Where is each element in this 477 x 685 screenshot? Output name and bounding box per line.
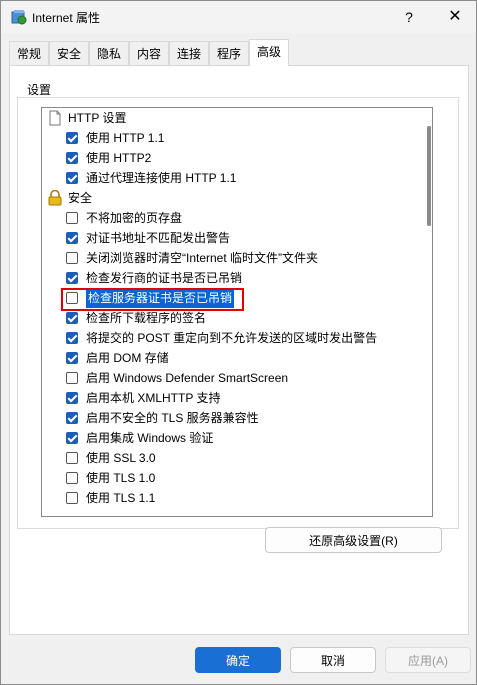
tab-privacy[interactable]: 隐私 bbox=[89, 41, 129, 65]
settings-item-label[interactable]: 使用 HTTP 1.1 bbox=[86, 128, 164, 148]
settings-category-label: HTTP 设置 bbox=[68, 111, 127, 125]
ok-button[interactable]: 确定 bbox=[195, 647, 281, 673]
settings-item-label[interactable]: 检查服务器证书是否已吊销 bbox=[86, 288, 235, 308]
apply-button[interactable]: 应用(A) bbox=[385, 647, 471, 673]
settings-item-label[interactable]: 检查所下载程序的签名 bbox=[86, 308, 206, 328]
settings-item-label[interactable]: 启用 DOM 存储 bbox=[86, 348, 169, 368]
settings-checkbox-item[interactable]: 启用 DOM 存储 bbox=[66, 348, 432, 368]
settings-category-label: 安全 bbox=[68, 191, 93, 205]
settings-checkbox-item[interactable]: 检查服务器证书是否已吊销 bbox=[66, 288, 432, 308]
checkbox-checked[interactable] bbox=[66, 332, 78, 344]
checkbox-unchecked[interactable] bbox=[66, 372, 78, 384]
settings-checkbox-item[interactable]: 启用不安全的 TLS 服务器兼容性 bbox=[66, 408, 432, 428]
settings-item-label[interactable]: 关闭浏览器时清空“Internet 临时文件”文件夹 bbox=[86, 248, 318, 268]
checkbox-unchecked[interactable] bbox=[66, 452, 78, 464]
settings-checkbox-item[interactable]: 使用 TLS 1.1 bbox=[66, 488, 432, 508]
settings-item-label[interactable]: 将提交的 POST 重定向到不允许发送的区域时发出警告 bbox=[86, 328, 377, 348]
settings-item-label[interactable]: 使用 TLS 1.0 bbox=[86, 468, 155, 488]
tab-advanced[interactable]: 高级 bbox=[249, 39, 289, 66]
settings-checkbox-item[interactable]: 关闭浏览器时清空“Internet 临时文件”文件夹 bbox=[66, 248, 432, 268]
settings-checkbox-item[interactable]: 使用 HTTP2 bbox=[66, 148, 432, 168]
settings-group-label: 设置 bbox=[27, 83, 52, 97]
checkbox-checked[interactable] bbox=[66, 132, 78, 144]
settings-item-label[interactable]: 通过代理连接使用 HTTP 1.1 bbox=[86, 168, 236, 188]
restore-advanced-settings-button[interactable]: 还原高级设置(R) bbox=[265, 527, 442, 553]
scrollbar-thumb[interactable] bbox=[427, 126, 431, 226]
settings-checkbox-item[interactable]: 启用 Windows Defender SmartScreen bbox=[66, 368, 432, 388]
internet-options-icon bbox=[11, 10, 27, 25]
title-bar: Internet 属性 ? ✕ bbox=[1, 1, 476, 33]
close-button[interactable]: ✕ bbox=[443, 5, 467, 29]
help-button[interactable]: ? bbox=[397, 5, 421, 29]
internet-properties-dialog: Internet 属性 ? ✕ 常规 安全 隐私 内容 连接 程序 高级 设置 … bbox=[0, 0, 477, 685]
settings-checkbox-item[interactable]: 检查所下载程序的签名 bbox=[66, 308, 432, 328]
tab-general[interactable]: 常规 bbox=[9, 41, 49, 65]
settings-checkbox-item[interactable]: 对证书地址不匹配发出警告 bbox=[66, 228, 432, 248]
settings-item-label[interactable]: 使用 TLS 1.1 bbox=[86, 488, 155, 508]
settings-item-label[interactable]: 启用不安全的 TLS 服务器兼容性 bbox=[86, 408, 259, 428]
tab-connections[interactable]: 连接 bbox=[169, 41, 209, 65]
settings-checkbox-item[interactable]: 将提交的 POST 重定向到不允许发送的区域时发出警告 bbox=[66, 328, 432, 348]
checkbox-checked[interactable] bbox=[66, 432, 78, 444]
settings-checkbox-item[interactable]: 启用本机 XMLHTTP 支持 bbox=[66, 388, 432, 408]
checkbox-unchecked[interactable] bbox=[66, 252, 78, 264]
settings-item-label[interactable]: 对证书地址不匹配发出警告 bbox=[86, 228, 230, 248]
settings-item-label[interactable]: 不将加密的页存盘 bbox=[86, 208, 182, 228]
window-title: Internet 属性 bbox=[32, 11, 101, 25]
tab-security[interactable]: 安全 bbox=[49, 41, 89, 65]
checkbox-checked[interactable] bbox=[66, 412, 78, 424]
settings-category: HTTP 设置 bbox=[42, 108, 422, 128]
document-icon bbox=[49, 110, 61, 126]
checkbox-unchecked[interactable] bbox=[66, 472, 78, 484]
checkbox-checked[interactable] bbox=[66, 232, 78, 244]
settings-item-label[interactable]: 使用 SSL 3.0 bbox=[86, 448, 156, 468]
checkbox-unchecked[interactable] bbox=[66, 292, 78, 304]
settings-category: 安全 bbox=[42, 188, 422, 208]
lock-icon bbox=[48, 190, 62, 206]
settings-item-label[interactable]: 检查发行商的证书是否已吊销 bbox=[86, 268, 242, 288]
cancel-button[interactable]: 取消 bbox=[290, 647, 376, 673]
checkbox-checked[interactable] bbox=[66, 172, 78, 184]
checkbox-checked[interactable] bbox=[66, 312, 78, 324]
settings-checkbox-item[interactable]: 启用集成 Windows 验证 bbox=[66, 428, 432, 448]
checkbox-checked[interactable] bbox=[66, 272, 78, 284]
settings-item-label[interactable]: 启用 Windows Defender SmartScreen bbox=[86, 368, 288, 388]
settings-checkbox-item[interactable]: 通过代理连接使用 HTTP 1.1 bbox=[66, 168, 432, 188]
settings-checkbox-item[interactable]: 检查发行商的证书是否已吊销 bbox=[66, 268, 432, 288]
settings-list[interactable]: HTTP 设置使用 HTTP 1.1 使用 HTTP2 通过代理连接使用 HTTP … bbox=[41, 107, 433, 517]
checkbox-unchecked[interactable] bbox=[66, 492, 78, 504]
checkbox-unchecked[interactable] bbox=[66, 212, 78, 224]
tab-content[interactable]: 内容 bbox=[129, 41, 169, 65]
settings-checkbox-item[interactable]: 使用 TLS 1.0 bbox=[66, 468, 432, 488]
checkbox-checked[interactable] bbox=[66, 392, 78, 404]
checkbox-checked[interactable] bbox=[66, 352, 78, 364]
settings-checkbox-item[interactable]: 使用 HTTP 1.1 bbox=[66, 128, 432, 148]
settings-item-label[interactable]: 启用集成 Windows 验证 bbox=[86, 428, 213, 448]
settings-checkbox-item[interactable]: 使用 SSL 3.0 bbox=[66, 448, 432, 468]
tab-programs[interactable]: 程序 bbox=[209, 41, 249, 65]
checkbox-checked[interactable] bbox=[66, 152, 78, 164]
settings-checkbox-item[interactable]: 不将加密的页存盘 bbox=[66, 208, 432, 228]
settings-item-label[interactable]: 启用本机 XMLHTTP 支持 bbox=[86, 388, 220, 408]
settings-item-label[interactable]: 使用 HTTP2 bbox=[86, 148, 151, 168]
